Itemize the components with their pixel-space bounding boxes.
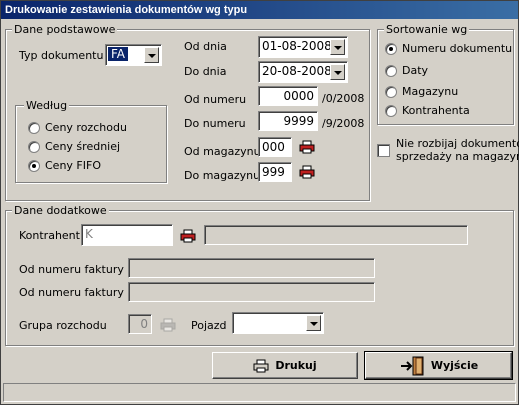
doc-type-select[interactable]: FA: [105, 44, 162, 66]
from-warehouse-value: 000: [262, 140, 285, 154]
dispatch-group-field: 0: [128, 314, 152, 334]
from-warehouse-label: Od magazynu: [184, 145, 261, 158]
to-number-field[interactable]: 9999: [258, 111, 318, 131]
method-radio-avg-price[interactable]: [28, 141, 40, 153]
to-number-label: Do numeru: [184, 117, 246, 130]
doc-type-label: Typ dokumentu: [19, 49, 104, 62]
to-warehouse-value: 999: [262, 165, 285, 179]
print-button[interactable]: Drukuj: [212, 352, 358, 379]
from-number-suffix: /0/2008: [322, 92, 365, 105]
sort-radio-date[interactable]: [385, 65, 397, 77]
to-number-value: 9999: [283, 114, 314, 128]
sort-title: Sortowanie wg: [384, 23, 470, 36]
printer-icon: [253, 359, 269, 372]
exit-door-icon: [400, 356, 424, 375]
method-title: Według: [24, 99, 70, 112]
basic-data-title: Dane podstawowe: [12, 23, 118, 36]
print-report-window: Drukowanie zestawienia dokumentów wg typ…: [0, 0, 519, 405]
no-split-checkbox[interactable]: [377, 144, 390, 157]
method-label-avg-price: Ceny średniej: [45, 140, 121, 153]
doc-type-value: FA: [108, 47, 129, 61]
print-button-label: Drukuj: [275, 359, 317, 372]
printer-lookup-icon[interactable]: [299, 140, 315, 154]
dispatch-group-value: 0: [140, 317, 148, 331]
from-warehouse-field[interactable]: 000: [258, 137, 292, 157]
chevron-down-icon[interactable]: [306, 315, 321, 331]
vehicle-select[interactable]: [232, 312, 324, 334]
contractor-label: Kontrahent: [19, 229, 80, 242]
to-warehouse-field[interactable]: 999: [258, 162, 292, 182]
sort-label-warehouse: Magazynu: [402, 85, 459, 98]
sort-radio-contractor[interactable]: [385, 105, 397, 117]
from-number-field[interactable]: 0000: [258, 86, 318, 106]
window-title: Drukowanie zestawienia dokumentów wg typ…: [1, 1, 518, 19]
calendar-dropdown-icon[interactable]: [330, 39, 345, 55]
sort-radio-warehouse[interactable]: [385, 86, 397, 98]
sort-label-contractor: Kontrahenta: [402, 104, 470, 117]
to-date-label: Do dnia: [184, 65, 227, 78]
chevron-down-icon[interactable]: [144, 47, 159, 63]
contractor-name-field: [204, 225, 468, 245]
sort-label-doc-number: Numeru dokumentu: [402, 42, 513, 55]
invoice-from-label: Od numeru faktury: [19, 263, 124, 276]
printer-lookup-icon[interactable]: [299, 165, 315, 179]
from-date-field[interactable]: 01-08-2008: [258, 36, 348, 58]
no-split-label-line1: Nie rozbijaj dokumentów: [396, 137, 519, 150]
exit-button-label: Wyjście: [430, 359, 479, 372]
vehicle-label: Pojazd: [191, 319, 227, 332]
invoice-to-label: Od numeru faktury: [19, 286, 124, 299]
method-radio-fifo[interactable]: [28, 160, 40, 172]
to-date-field[interactable]: 20-08-2008: [258, 61, 348, 83]
to-date-value: 20-08-2008: [262, 64, 332, 78]
exit-button[interactable]: Wyjście: [364, 351, 513, 380]
method-radio-sale-price[interactable]: [28, 122, 40, 134]
method-label-sale-price: Ceny rozchodu: [45, 121, 127, 134]
no-split-label-line2: sprzedaży na magazyny: [396, 150, 519, 163]
contractor-field[interactable]: K: [81, 224, 173, 246]
invoice-to-field: [128, 282, 375, 302]
calendar-dropdown-icon[interactable]: [330, 64, 345, 80]
status-bar: [3, 383, 516, 402]
sort-radio-doc-number[interactable]: [385, 43, 397, 55]
from-date-label: Od dnia: [184, 40, 227, 53]
contractor-value: K: [85, 227, 93, 241]
from-number-value: 0000: [283, 89, 314, 103]
dispatch-group-label: Grupa rozchodu: [19, 319, 107, 332]
method-label-fifo: Ceny FIFO: [45, 159, 101, 172]
printer-lookup-icon-disabled: [160, 318, 176, 332]
printer-lookup-icon[interactable]: [180, 229, 196, 243]
from-date-value: 01-08-2008: [262, 39, 332, 53]
to-number-suffix: /9/2008: [322, 117, 365, 130]
extra-data-title: Dane dodatkowe: [12, 204, 109, 217]
to-warehouse-label: Do magazynu: [184, 169, 261, 182]
sort-label-date: Daty: [402, 64, 429, 77]
invoice-from-field: [128, 258, 375, 278]
from-number-label: Od numeru: [184, 93, 247, 106]
